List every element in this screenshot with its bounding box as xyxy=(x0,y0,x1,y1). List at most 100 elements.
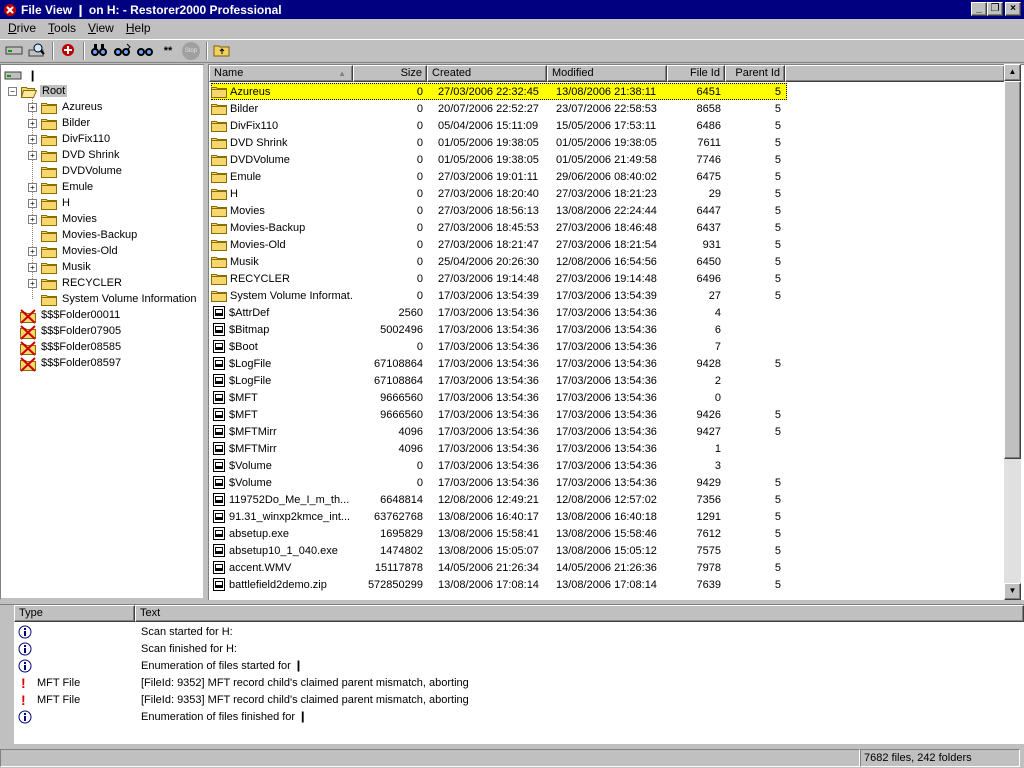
expand-toggle[interactable]: + xyxy=(28,262,37,272)
table-row[interactable]: accent.WMV 15117878 14/05/2006 21:26:34 14/… xyxy=(209,559,1009,576)
table-row[interactable]: 119752Do_Me_I_m_th... 6648814 12/08/2006 1… xyxy=(209,491,1009,508)
log-row[interactable]: Scan finished for H: xyxy=(14,640,237,657)
cell-name-text: $LogFile xyxy=(229,357,272,370)
log-row[interactable]: ! MFT File [FileId: 9352] MFT record child… xyxy=(14,674,469,691)
find-mask-button[interactable] xyxy=(134,41,156,61)
restore-button[interactable]: ❐ xyxy=(987,2,1003,16)
menu-help[interactable]: Help xyxy=(120,21,157,35)
tree-lost-folder[interactable]: $$$Folder00011 xyxy=(20,307,122,324)
column-header-file-id[interactable]: File Id xyxy=(667,65,725,82)
table-row[interactable]: $MFTMirr 4096 17/03/2006 13:54:36 17/03/200… xyxy=(209,440,1009,457)
tree-item[interactable]: + DVD Shrink xyxy=(28,147,121,163)
table-row[interactable]: absetup10_1_040.exe 1474802 13/08/2006 15:… xyxy=(209,542,1009,559)
cell-parent-id: 5 xyxy=(774,119,781,132)
list-vertical-scrollbar[interactable]: ▲ ▼ xyxy=(1004,64,1021,600)
find-next-button[interactable] xyxy=(111,41,133,61)
column-header-modified[interactable]: Modified xyxy=(547,65,667,82)
table-row[interactable]: Azureus 0 27/03/2006 22:32:45 13/08/2006 21… xyxy=(209,83,1009,100)
table-row[interactable]: $Boot 0 17/03/2006 13:54:36 17/03/2006 13:5… xyxy=(209,338,1009,355)
log-row[interactable]: Enumeration of files started for ❙ xyxy=(14,657,303,674)
cell-parent-id: 5 xyxy=(774,136,781,149)
stop-button[interactable]: Stop xyxy=(180,41,202,61)
table-row[interactable]: $AttrDef 2560 17/03/2006 13:54:36 17/03/200… xyxy=(209,304,1009,321)
tree-lost-folder[interactable]: $$$Folder08585 xyxy=(20,339,123,356)
table-row[interactable]: DVDVolume 0 01/05/2006 19:38:05 01/05/2006 … xyxy=(209,151,1009,168)
scan-button[interactable] xyxy=(26,41,48,61)
tree-item[interactable]: System Volume Information xyxy=(28,291,199,307)
scroll-up-button[interactable]: ▲ xyxy=(1004,64,1021,81)
folder-tree[interactable]: ❙ − Root + Azureus + Bilder + DivFix110 + DVD Shri… xyxy=(0,64,205,600)
table-row[interactable]: absetup.exe 1695829 13/08/2006 15:58:41 13/… xyxy=(209,525,1009,542)
tree-item[interactable]: + RECYCLER xyxy=(28,275,124,291)
table-row[interactable]: $Bitmap 5002496 17/03/2006 13:54:36 17/03/2… xyxy=(209,321,1009,338)
collapse-toggle[interactable]: − xyxy=(8,86,17,96)
tree-item[interactable]: Movies-Backup xyxy=(28,227,139,243)
column-header-created[interactable]: Created xyxy=(427,65,547,82)
tree-lost-folder[interactable]: $$$Folder07905 xyxy=(20,323,123,340)
expand-toggle[interactable]: + xyxy=(28,214,37,224)
tree-item[interactable]: + Azureus xyxy=(28,99,104,115)
log-column-type[interactable]: Type xyxy=(14,605,135,622)
log-panel[interactable]: Type Text Scan started for H: Scan finish… xyxy=(0,604,1024,745)
tree-item[interactable]: + Musik xyxy=(28,259,93,275)
table-row[interactable]: Musik 0 25/04/2006 20:26:30 12/08/2006 16:5… xyxy=(209,253,1009,270)
menu-tools[interactable]: Tools xyxy=(42,21,82,35)
expand-toggle[interactable]: + xyxy=(28,134,37,144)
log-row[interactable]: Enumeration of files finished for ❙ xyxy=(14,708,307,725)
tree-item[interactable]: + Movies xyxy=(28,211,99,227)
tree-item[interactable]: + Movies-Old xyxy=(28,243,120,259)
table-row[interactable]: battlefield2demo.zip 572850299 13/08/2006 … xyxy=(209,576,1009,593)
column-header-name[interactable]: Name ▲ xyxy=(209,65,353,82)
scroll-down-button[interactable]: ▼ xyxy=(1004,583,1021,600)
table-row[interactable]: DVD Shrink 0 01/05/2006 19:38:05 01/05/2006… xyxy=(209,134,1009,151)
table-row[interactable]: $Volume 0 17/03/2006 13:54:36 17/03/2006 13… xyxy=(209,474,1009,491)
tree-item[interactable]: DVDVolume xyxy=(28,163,124,179)
file-list[interactable]: Name ▲ Size Created Modified File Id Parent Id… xyxy=(208,64,1024,600)
tree-item[interactable]: + DivFix110 xyxy=(28,131,112,147)
scroll-thumb[interactable] xyxy=(1004,81,1021,459)
table-row[interactable]: 91.31_winxp2kmce_int... 63762768 13/08/200… xyxy=(209,508,1009,525)
log-row[interactable]: ! MFT File [FileId: 9353] MFT record child… xyxy=(14,691,469,708)
expand-toggle[interactable]: + xyxy=(28,182,37,192)
tree-lost-folder[interactable]: $$$Folder08597 xyxy=(20,355,123,372)
menu-view[interactable]: View xyxy=(82,21,120,35)
tree-drive[interactable]: ❙ xyxy=(4,67,39,83)
table-row[interactable]: Movies-Old 0 27/03/2006 18:21:47 27/03/2006… xyxy=(209,236,1009,253)
tree-root[interactable]: − Root xyxy=(8,83,68,99)
find-button[interactable] xyxy=(88,41,110,61)
table-row[interactable]: Movies-Backup 0 27/03/2006 18:45:53 27/03/2… xyxy=(209,219,1009,236)
table-row[interactable]: Movies 0 27/03/2006 18:56:13 13/08/2006 22:… xyxy=(209,202,1009,219)
expand-toggle[interactable]: + xyxy=(28,150,37,160)
minimize-button[interactable]: _ xyxy=(971,2,987,16)
tree-item[interactable]: + Bilder xyxy=(28,115,92,131)
wildcard-button[interactable]: ** xyxy=(157,41,179,61)
folder-up-button[interactable] xyxy=(211,41,233,61)
table-row[interactable]: $Volume 0 17/03/2006 13:54:36 17/03/2006 13… xyxy=(209,457,1009,474)
column-header-parent-id[interactable]: Parent Id xyxy=(725,65,785,82)
table-row[interactable]: $MFT 9666560 17/03/2006 13:54:36 17/03/2006… xyxy=(209,389,1009,406)
table-row[interactable]: Emule 0 27/03/2006 19:01:11 29/06/2006 08:4… xyxy=(209,168,1009,185)
tree-item[interactable]: + H xyxy=(28,195,72,211)
log-column-text[interactable]: Text xyxy=(135,605,1024,622)
expand-toggle[interactable]: + xyxy=(28,118,37,128)
table-row[interactable]: RECYCLER 0 27/03/2006 19:14:48 27/03/2006 1… xyxy=(209,270,1009,287)
expand-toggle[interactable]: + xyxy=(28,278,37,288)
table-row[interactable]: H 0 27/03/2006 18:20:40 27/03/2006 18:21:23… xyxy=(209,185,1009,202)
expand-toggle[interactable]: + xyxy=(28,102,37,112)
log-row[interactable]: Scan started for H: xyxy=(14,623,233,640)
table-row[interactable]: DivFix110 0 05/04/2006 15:11:09 15/05/2006 … xyxy=(209,117,1009,134)
table-row[interactable]: System Volume Informat... 0 17/03/2006 13:… xyxy=(209,287,1009,304)
restore-files-button[interactable] xyxy=(57,41,79,61)
table-row[interactable]: $MFT 9666560 17/03/2006 13:54:36 17/03/2006… xyxy=(209,406,1009,423)
drive-button[interactable] xyxy=(3,41,25,61)
table-row[interactable]: $LogFile 67108864 17/03/2006 13:54:36 17/03… xyxy=(209,355,1009,372)
close-button[interactable]: × xyxy=(1005,2,1021,16)
expand-toggle[interactable]: + xyxy=(28,198,37,208)
table-row[interactable]: $MFTMirr 4096 17/03/2006 13:54:36 17/03/200… xyxy=(209,423,1009,440)
table-row[interactable]: $LogFile 67108864 17/03/2006 13:54:36 17/03… xyxy=(209,372,1009,389)
table-row[interactable]: Bilder 0 20/07/2006 22:52:27 23/07/2006 22:… xyxy=(209,100,1009,117)
menu-drive[interactable]: Drive xyxy=(2,21,42,35)
tree-item[interactable]: + Emule xyxy=(28,179,95,195)
column-header-size[interactable]: Size xyxy=(353,65,427,82)
expand-toggle[interactable]: + xyxy=(28,246,37,256)
